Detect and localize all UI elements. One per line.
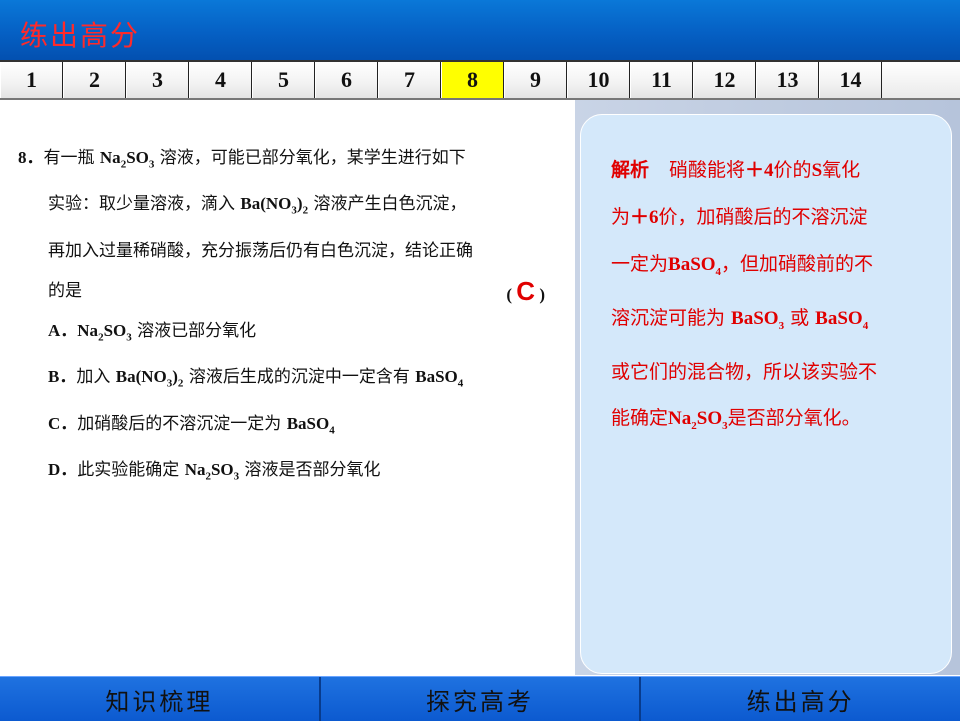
option-b[interactable]: B．加入 Ba(NO3)2 溶液后生成的沉淀中一定含有 BaSO4 xyxy=(18,357,563,403)
analysis-panel: 解析 硝酸能将＋4价的S氧化 为＋6价，加硝酸后的不溶沉淀 一定为BaSO4，但加… xyxy=(580,114,952,674)
footer-tab-practice[interactable]: 练出高分 xyxy=(639,677,960,721)
question-nav: 1 2 3 4 5 6 7 8 9 10 11 12 13 14 xyxy=(0,60,960,100)
nav-item-10[interactable]: 10 xyxy=(567,62,630,98)
nav-item-11[interactable]: 11 xyxy=(630,62,693,98)
question-line-2: 实验：取少量溶液，滴入 Ba(NO3)2 溶液产生白色沉淀， xyxy=(48,194,467,217)
question-area: 8．有一瓶 Na2SO3 溶液，可能已部分氧化，某学生进行如下 实验：取少量溶液… xyxy=(0,100,575,675)
analysis-line-6: 能确定Na2SO3是否部分氧化。 xyxy=(611,406,861,432)
nav-item-12[interactable]: 12 xyxy=(693,62,756,98)
nav-item-8[interactable]: 8 xyxy=(441,62,504,98)
nav-item-9[interactable]: 9 xyxy=(504,62,567,98)
answer-letter: C xyxy=(516,275,536,306)
option-d[interactable]: D．此实验能确定 Na2SO3 溶液是否部分氧化 xyxy=(18,450,563,496)
nav-item-1[interactable]: 1 xyxy=(0,62,63,98)
footer-tab-explore[interactable]: 探究高考 xyxy=(318,677,640,721)
answer-parentheses: ( C ) xyxy=(506,275,545,306)
nav-item-5[interactable]: 5 xyxy=(252,62,315,98)
nav-item-6[interactable]: 6 xyxy=(315,62,378,98)
question-line-4: 的是 ( C ) xyxy=(18,271,563,311)
analysis-line-2: 为＋6价，加硝酸后的不溶沉淀 xyxy=(611,206,868,228)
analysis-text: 解析 硝酸能将＋4价的S氧化 为＋6价，加硝酸后的不溶沉淀 一定为BaSO4，但加… xyxy=(611,147,936,448)
analysis-sidebar: 解析 硝酸能将＋4价的S氧化 为＋6价，加硝酸后的不溶沉淀 一定为BaSO4，但加… xyxy=(575,100,960,675)
analysis-label: 解析 xyxy=(611,159,650,181)
analysis-line-5: 或它们的混合物，所以该实验不 xyxy=(611,360,878,383)
question-text: 8．有一瓶 Na2SO3 溶液，可能已部分氧化，某学生进行如下 实验：取少量溶液… xyxy=(18,138,563,496)
nav-item-7[interactable]: 7 xyxy=(378,62,441,98)
nav-item-4[interactable]: 4 xyxy=(189,62,252,98)
option-a[interactable]: A．Na2SO3 溶液已部分氧化 xyxy=(18,311,563,357)
nav-item-2[interactable]: 2 xyxy=(63,62,126,98)
nav-filler xyxy=(882,62,960,98)
question-line-1: 8．有一瓶 Na2SO3 溶液，可能已部分氧化，某学生进行如下 xyxy=(18,148,466,171)
question-line-3: 再加入过量稀硝酸，充分振荡后仍有白色沉淀，结论正确 xyxy=(48,240,473,261)
analysis-line-1: 解析 硝酸能将＋4价的S氧化 xyxy=(611,159,861,181)
footer-tab-knowledge[interactable]: 知识梳理 xyxy=(0,677,319,721)
analysis-line-3: 一定为BaSO4，但加硝酸前的不 xyxy=(611,253,874,278)
nav-item-14[interactable]: 14 xyxy=(819,62,882,98)
nav-item-3[interactable]: 3 xyxy=(126,62,189,98)
header-bar: 练出高分 xyxy=(0,0,960,60)
analysis-line-4: 溶沉淀可能为 BaSO3 或 BaSO4 xyxy=(611,306,869,332)
footer-nav: 知识梳理 探究高考 练出高分 xyxy=(0,676,960,721)
nav-item-13[interactable]: 13 xyxy=(756,62,819,98)
option-c[interactable]: C．加硝酸后的不溶沉淀一定为 BaSO4 xyxy=(18,404,563,450)
header-title: 练出高分 xyxy=(20,19,141,52)
